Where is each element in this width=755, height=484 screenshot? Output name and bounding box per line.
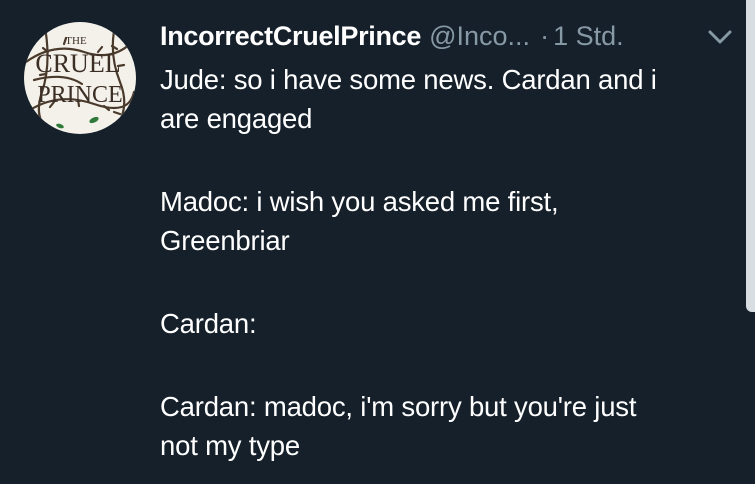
scrollbar[interactable] (746, 0, 755, 312)
timestamp[interactable]: 1 Std. (553, 21, 624, 51)
tweet-line: not my type (160, 430, 300, 461)
tweet-text: Jude: so i have some news. Cardan and i a… (160, 60, 730, 465)
user-handle[interactable]: @Inco... (429, 21, 530, 51)
tweet-line: Cardan: (160, 308, 257, 339)
chevron-down-icon[interactable] (707, 28, 733, 46)
tweet[interactable]: THE CRUEL PRINCE IncorrectCruelPrince @In… (0, 0, 755, 484)
tweet-line: Madoc: i wish you asked me first, (160, 186, 559, 217)
tweet-header: IncorrectCruelPrince @Inco... · 1 Std. (160, 16, 740, 56)
avatar-text-prince: PRINCE (37, 82, 122, 108)
tweet-line: Cardan: madoc, i'm sorry but you're just (160, 391, 637, 422)
avatar-image: THE CRUEL PRINCE (24, 22, 136, 134)
tweet-line: are engaged (160, 103, 313, 134)
tweet-paragraph: Cardan: madoc, i'm sorry but you're just… (160, 387, 730, 465)
tweet-paragraph: Jude: so i have some news. Cardan and i a… (160, 60, 730, 138)
separator-dot: · (540, 21, 550, 51)
display-name[interactable]: IncorrectCruelPrince (160, 21, 421, 51)
avatar-text-the: THE (65, 35, 87, 47)
tweet-line: Jude: so i have some news. Cardan and i (160, 64, 657, 95)
tweet-line: Greenbriar (160, 225, 290, 256)
avatar[interactable]: THE CRUEL PRINCE (24, 22, 136, 134)
tweet-paragraph: Madoc: i wish you asked me first, Greenbr… (160, 182, 730, 260)
avatar-text-cruel: CRUEL (35, 49, 120, 78)
tweet-paragraph: Cardan: (160, 304, 730, 343)
